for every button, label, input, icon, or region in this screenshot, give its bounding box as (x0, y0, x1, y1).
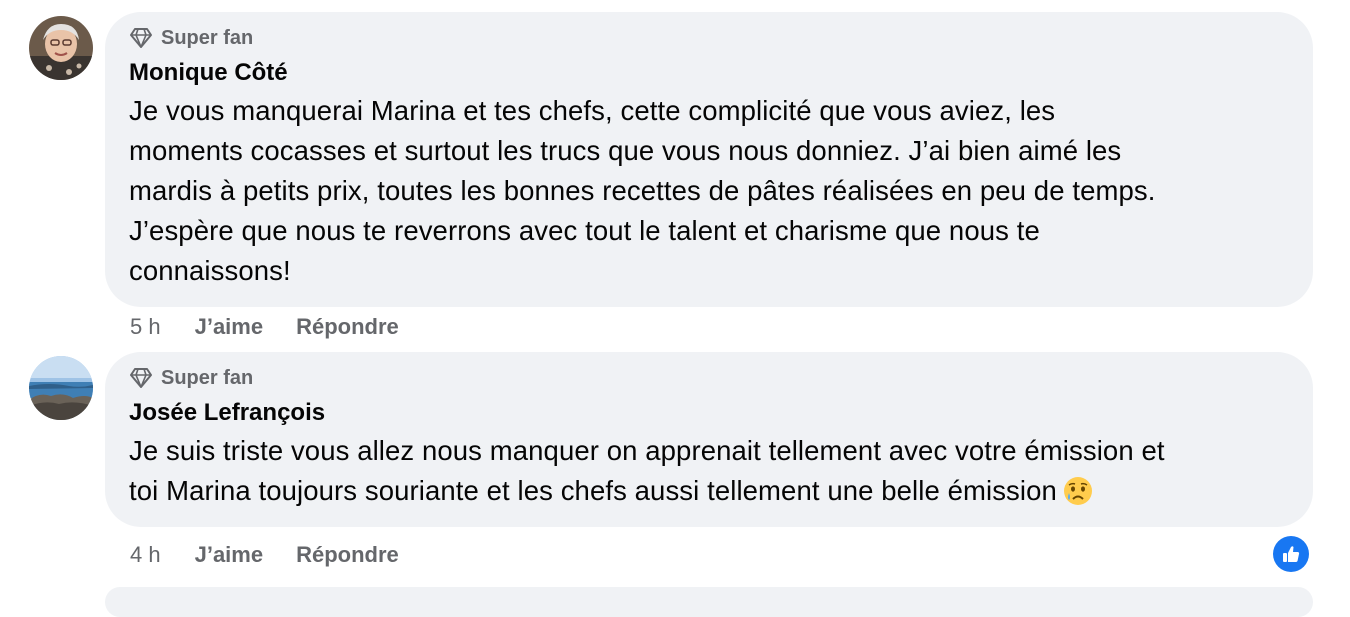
timestamp[interactable]: 4 h (130, 542, 161, 568)
avatar[interactable] (29, 356, 93, 420)
like-reaction-icon[interactable] (1273, 536, 1309, 572)
badge-label: Super fan (161, 366, 254, 389)
comment-text: Je vous manquerai Marina et tes chefs, c… (129, 95, 1156, 286)
comment-bubble: Super fan Monique Côté Je vous manquerai… (105, 12, 1313, 307)
sad-relieved-face-icon (1063, 476, 1093, 517)
comment-text: Je suis triste vous allez nous manquer o… (129, 435, 1165, 506)
super-fan-badge[interactable]: Super fan (129, 366, 1289, 390)
super-fan-badge[interactable]: Super fan (129, 26, 1289, 50)
timestamp[interactable]: 5 h (130, 314, 161, 340)
like-button[interactable]: J’aime (195, 314, 264, 340)
avatar[interactable] (29, 16, 93, 80)
reply-button[interactable]: Répondre (296, 314, 399, 340)
comment-actions: 5 h J’aime Répondre (130, 312, 432, 342)
author-name[interactable]: Josée Lefrançois (129, 399, 1289, 427)
author-name[interactable]: Monique Côté (129, 59, 1289, 87)
comment-text-wrapper: Je suis triste vous allez nous manquer o… (129, 431, 1289, 517)
diamond-icon (129, 367, 153, 389)
diamond-icon (129, 27, 153, 49)
badge-label: Super fan (161, 26, 254, 49)
like-button[interactable]: J’aime (195, 542, 264, 568)
comment-actions: 4 h J’aime Répondre (130, 540, 432, 570)
reply-button[interactable]: Répondre (296, 542, 399, 568)
comment-bubble: Super fan Josée Lefrançois Je suis trist… (105, 352, 1313, 527)
